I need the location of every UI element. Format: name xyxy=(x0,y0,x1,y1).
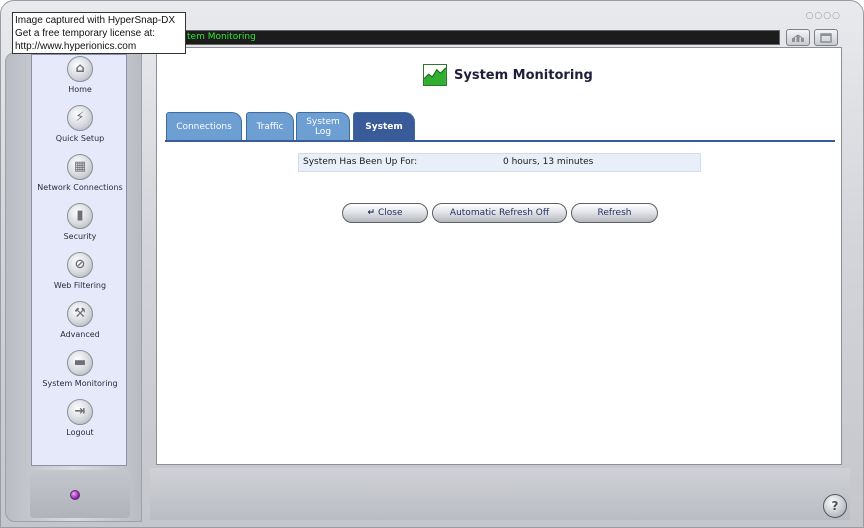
sidebar-item-label: Security xyxy=(63,232,97,241)
tab-connections[interactable]: Connections xyxy=(166,112,242,141)
sidebar-item-advanced[interactable]: ⚒ Advanced xyxy=(32,301,128,350)
content-bottom-bar xyxy=(150,468,850,520)
lock-icon: ▮ xyxy=(67,203,93,229)
automatic-refresh-button[interactable]: Automatic Refresh Off xyxy=(432,203,567,223)
uptime-row: System Has Been Up For: 0 hours, 13 minu… xyxy=(298,153,701,172)
status-led-icon xyxy=(70,490,80,500)
sidebar-item-quick-setup[interactable]: ⚡ Quick Setup xyxy=(32,105,128,154)
sidebar-item-label: Web Filtering xyxy=(53,281,107,290)
sidebar-item-label: Advanced xyxy=(60,330,100,339)
tab-divider xyxy=(165,140,835,142)
uptime-label: System Has Been Up For: xyxy=(303,157,418,167)
window-title: tem Monitoring xyxy=(187,32,256,42)
sidebar-item-system-monitoring[interactable]: ▬ System Monitoring xyxy=(32,350,128,399)
watermark-line: http://www.hyperionics.com xyxy=(15,41,137,52)
sidebar-bottom-panel xyxy=(30,470,130,518)
sidebar-item-logout[interactable]: ⇥ Logout xyxy=(32,399,128,448)
tab-system-log[interactable]: System Log xyxy=(296,112,350,141)
sidebar-item-network-connections[interactable]: ▦ Network Connections xyxy=(32,154,128,203)
help-icon[interactable]: ? xyxy=(823,494,847,518)
watermark-line: Get a free temporary license at: xyxy=(15,28,156,39)
watermark-line: Image captured with HyperSnap-DX xyxy=(15,15,176,26)
sidebar-item-security[interactable]: ▮ Security xyxy=(32,203,128,252)
main-content: System Monitoring Connections Traffic Sy… xyxy=(156,47,842,465)
system-monitoring-icon xyxy=(423,64,447,86)
window-icon xyxy=(820,33,832,43)
window-decoration-dots: ○○○○ xyxy=(805,11,841,21)
tab-traffic[interactable]: Traffic xyxy=(246,112,294,141)
close-button[interactable]: ↵ Close xyxy=(342,203,428,223)
sidebar-nav: ⌂ Home ⚡ Quick Setup ▦ Network Connectio… xyxy=(31,54,127,466)
sidebar-item-label: Quick Setup xyxy=(55,134,105,143)
title-bar: tem Monitoring xyxy=(150,30,780,45)
sidebar-item-home[interactable]: ⌂ Home xyxy=(32,56,128,105)
sidebar-item-label: Home xyxy=(68,85,92,94)
logout-icon: ⇥ xyxy=(67,399,93,425)
network-status-icon xyxy=(792,34,804,42)
lightning-icon: ⚡ xyxy=(67,105,93,131)
tools-icon: ⚒ xyxy=(67,301,93,327)
tab-system[interactable]: System xyxy=(353,112,415,141)
close-button-label: Close xyxy=(378,208,403,218)
sidebar-item-label: Logout xyxy=(66,428,94,437)
refresh-button[interactable]: Refresh xyxy=(571,203,658,223)
filter-icon: ⊘ xyxy=(67,252,93,278)
chart-icon: ▬ xyxy=(67,350,93,376)
network-status-button[interactable] xyxy=(786,29,810,46)
uptime-value: 0 hours, 13 minutes xyxy=(503,157,594,167)
window-button[interactable] xyxy=(814,29,838,46)
sidebar-item-label: Network Connections xyxy=(37,183,123,192)
sidebar-item-label: System Monitoring xyxy=(42,379,118,388)
sidebar-item-web-filtering[interactable]: ⊘ Web Filtering xyxy=(32,252,128,301)
page-title: System Monitoring xyxy=(454,68,593,83)
return-arrow-icon: ↵ xyxy=(367,208,375,218)
hypersnap-watermark: Image captured with HyperSnap-DX Get a f… xyxy=(12,12,186,54)
network-icon: ▦ xyxy=(67,154,93,180)
tab-bar: Connections Traffic System Log System xyxy=(166,111,836,141)
home-icon: ⌂ xyxy=(67,56,93,82)
